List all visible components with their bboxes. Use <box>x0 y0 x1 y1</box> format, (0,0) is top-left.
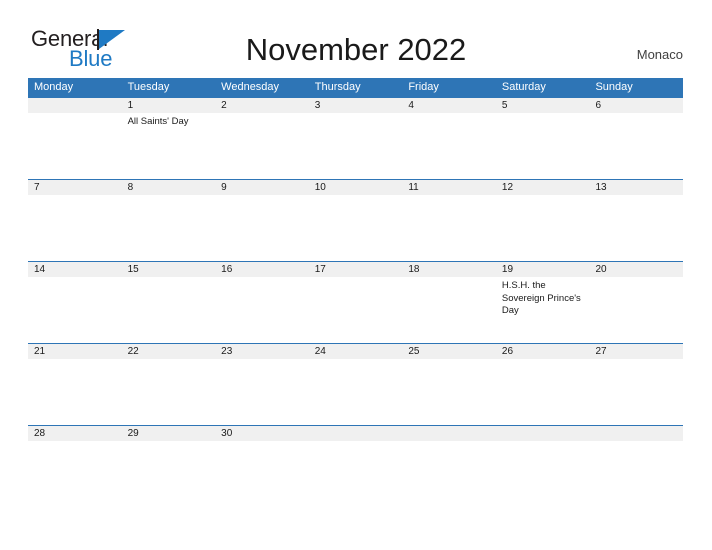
calendar-grid: Monday Tuesday Wednesday Thursday Friday… <box>28 78 683 507</box>
date-cell[interactable] <box>589 426 683 441</box>
weekday-header-row: Monday Tuesday Wednesday Thursday Friday… <box>28 78 683 97</box>
weekday-tuesday: Tuesday <box>127 81 170 93</box>
date-cell[interactable]: 16 <box>215 262 309 277</box>
date-cell[interactable]: 7 <box>28 180 122 195</box>
event-cell[interactable] <box>589 113 683 179</box>
date-cell[interactable]: 19 <box>496 262 590 277</box>
event-cell[interactable] <box>309 441 403 507</box>
date-cell[interactable]: 24 <box>309 344 403 359</box>
event-cell[interactable] <box>309 277 403 343</box>
event-cell[interactable] <box>402 113 496 179</box>
weekday-thursday: Thursday <box>314 81 361 93</box>
event-cell[interactable] <box>215 195 309 261</box>
event-cell[interactable] <box>215 441 309 507</box>
event-cell[interactable] <box>402 195 496 261</box>
date-cell[interactable]: 26 <box>496 344 590 359</box>
page-title: November 2022 <box>245 32 467 67</box>
date-cell[interactable]: 25 <box>402 344 496 359</box>
date-cell[interactable]: 5 <box>496 98 590 113</box>
event-cell[interactable] <box>496 441 590 507</box>
event-cell[interactable] <box>589 195 683 261</box>
week-row: 28 29 30 <box>28 425 683 507</box>
week-date-band: 28 29 30 <box>28 426 683 441</box>
week-event-band <box>28 359 683 425</box>
event-cell[interactable] <box>28 113 122 179</box>
event-cell[interactable]: All Saints' Day <box>122 113 216 179</box>
event-cell[interactable] <box>402 441 496 507</box>
event-cell[interactable] <box>309 113 403 179</box>
event-cell[interactable] <box>122 441 216 507</box>
date-cell[interactable]: 10 <box>309 180 403 195</box>
date-cell[interactable]: 2 <box>215 98 309 113</box>
week-row: 7 8 9 10 11 12 13 <box>28 179 683 261</box>
event-cell[interactable] <box>496 195 590 261</box>
event-cell[interactable] <box>496 359 590 425</box>
date-cell[interactable]: 28 <box>28 426 122 441</box>
event-cell[interactable] <box>402 277 496 343</box>
week-event-band <box>28 195 683 261</box>
event-cell[interactable] <box>215 113 309 179</box>
event-cell[interactable] <box>215 277 309 343</box>
event-cell[interactable] <box>28 441 122 507</box>
event-cell[interactable] <box>402 359 496 425</box>
week-date-band: 14 15 16 17 18 19 20 <box>28 262 683 277</box>
event-cell[interactable] <box>28 359 122 425</box>
event-cell[interactable] <box>309 359 403 425</box>
date-cell[interactable] <box>28 98 122 113</box>
weekday-saturday: Saturday <box>501 81 546 93</box>
event-cell[interactable] <box>309 195 403 261</box>
date-cell[interactable] <box>309 426 403 441</box>
week-event-band <box>28 441 683 507</box>
date-cell[interactable]: 27 <box>589 344 683 359</box>
date-cell[interactable]: 30 <box>215 426 309 441</box>
calendar-page: General Blue November 2022 Monaco Monday… <box>0 0 712 550</box>
date-cell[interactable]: 15 <box>122 262 216 277</box>
weekday-wednesday: Wednesday <box>221 81 280 93</box>
event-cell[interactable] <box>122 359 216 425</box>
week-date-band: 7 8 9 10 11 12 13 <box>28 180 683 195</box>
event-cell[interactable] <box>215 359 309 425</box>
page-header: General Blue November 2022 Monaco <box>0 0 712 70</box>
event-cell[interactable] <box>589 277 683 343</box>
weekday-monday: Monday <box>34 81 74 93</box>
date-cell[interactable]: 13 <box>589 180 683 195</box>
date-cell[interactable]: 11 <box>402 180 496 195</box>
date-cell[interactable]: 21 <box>28 344 122 359</box>
date-cell[interactable]: 3 <box>309 98 403 113</box>
date-cell[interactable]: 9 <box>215 180 309 195</box>
date-cell[interactable]: 8 <box>122 180 216 195</box>
date-cell[interactable]: 14 <box>28 262 122 277</box>
event-cell[interactable] <box>589 441 683 507</box>
weekday-sunday: Sunday <box>595 81 633 93</box>
date-cell[interactable]: 22 <box>122 344 216 359</box>
week-event-band: All Saints' Day <box>28 113 683 179</box>
event-cell[interactable] <box>589 359 683 425</box>
date-cell[interactable]: 20 <box>589 262 683 277</box>
week-event-band: H.S.H. the Sovereign Prince's Day <box>28 277 683 343</box>
date-cell[interactable]: 17 <box>309 262 403 277</box>
event-cell[interactable] <box>28 277 122 343</box>
date-cell[interactable]: 4 <box>402 98 496 113</box>
event-cell[interactable] <box>496 113 590 179</box>
event-cell[interactable] <box>28 195 122 261</box>
date-cell[interactable] <box>496 426 590 441</box>
weekday-friday: Friday <box>408 81 439 93</box>
date-cell[interactable]: 12 <box>496 180 590 195</box>
date-cell[interactable] <box>402 426 496 441</box>
date-cell[interactable]: 29 <box>122 426 216 441</box>
week-row: 1 2 3 4 5 6 All Saints' Day <box>28 97 683 179</box>
week-date-band: 21 22 23 24 25 26 27 <box>28 344 683 359</box>
event-cell[interactable] <box>122 277 216 343</box>
event-cell[interactable]: H.S.H. the Sovereign Prince's Day <box>496 277 590 343</box>
date-cell[interactable]: 18 <box>402 262 496 277</box>
date-cell[interactable]: 23 <box>215 344 309 359</box>
location-label: Monaco <box>636 47 683 62</box>
date-cell[interactable]: 6 <box>589 98 683 113</box>
event-cell[interactable] <box>122 195 216 261</box>
date-cell[interactable]: 1 <box>122 98 216 113</box>
week-date-band: 1 2 3 4 5 6 <box>28 98 683 113</box>
week-row: 14 15 16 17 18 19 20 H.S.H. the Sovereig… <box>28 261 683 343</box>
week-row: 21 22 23 24 25 26 27 <box>28 343 683 425</box>
